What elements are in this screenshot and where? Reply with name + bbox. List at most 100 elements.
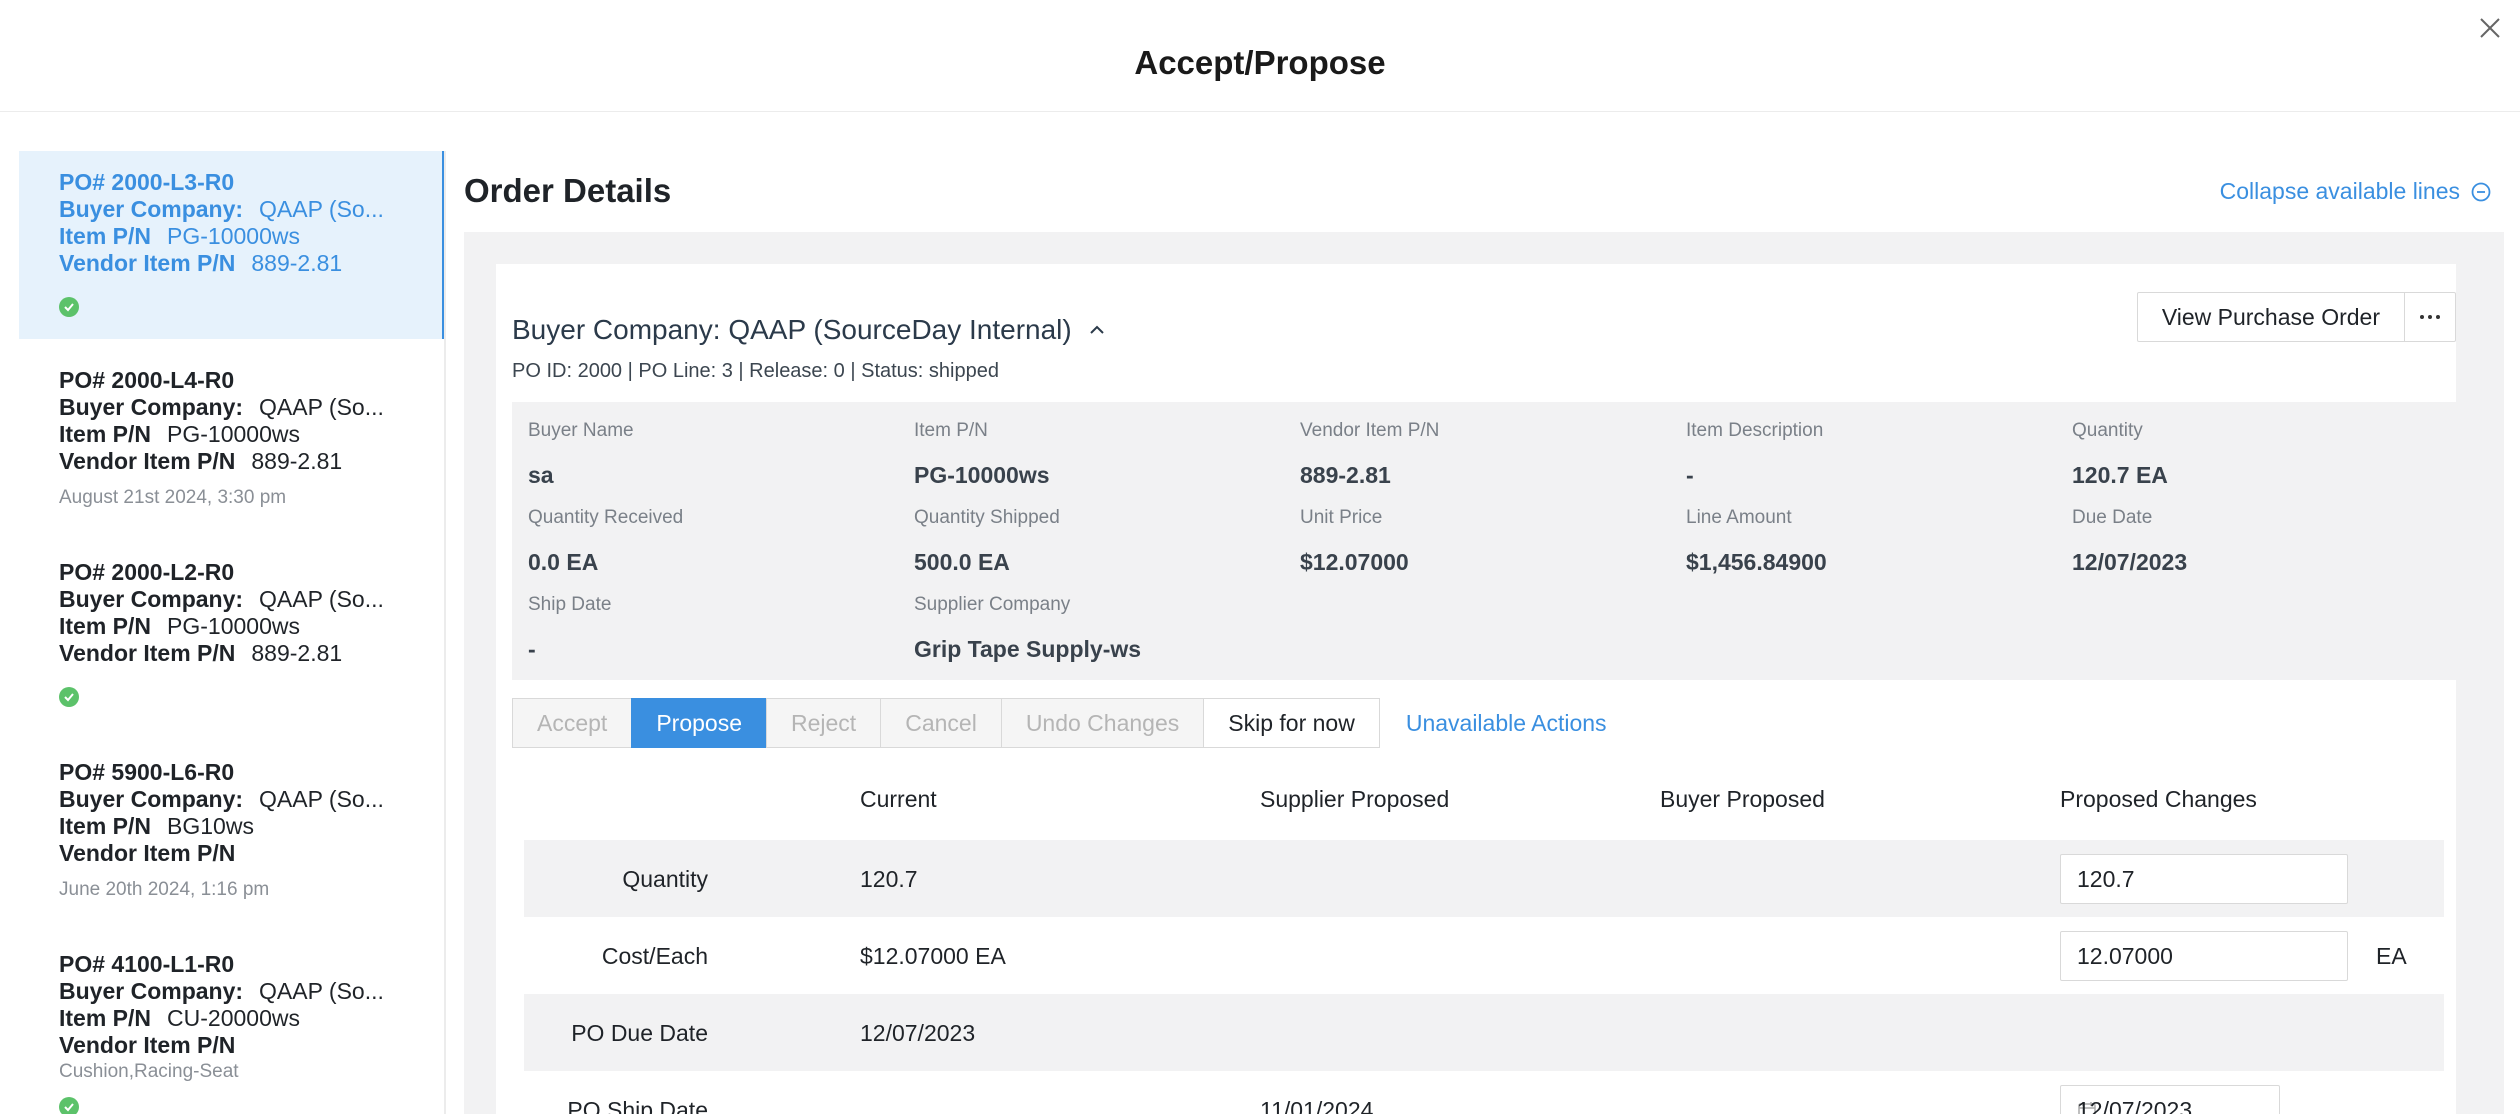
- accept-button[interactable]: Accept: [512, 698, 633, 748]
- vendor-item-pn-value: 889-2.81: [251, 250, 343, 276]
- detail-due-date: Due Date 12/07/2023: [2072, 507, 2188, 575]
- collapse-lines-label: Collapse available lines: [2219, 178, 2460, 204]
- buyer-company-value: QAAP (So...: [259, 978, 384, 1004]
- detail-line-amount: Line Amount $1,456.84900: [1686, 507, 1827, 575]
- item-pn-label: Item P/N: [59, 223, 152, 249]
- buyer-company-label: Buyer Company:: [59, 394, 244, 420]
- item-pn-value: PG-10000ws: [167, 613, 300, 639]
- unit-label: EA: [2376, 943, 2407, 969]
- skip-for-now-button[interactable]: Skip for now: [1203, 698, 1380, 748]
- detail-quantity-received: Quantity Received 0.0 EA: [528, 507, 684, 575]
- po-list-sidebar: PO# 2000-L3-R0 Buyer Company: QAAP (So...…: [19, 151, 446, 1114]
- header-buyer-proposed: Buyer Proposed: [1660, 786, 1825, 812]
- item-description: Cushion,Racing-Seat: [59, 1061, 239, 1082]
- vendor-item-pn-label: Vendor Item P/N: [59, 250, 236, 276]
- supplier-proposed-value: 11/01/2024: [1260, 1097, 1374, 1114]
- table-row: Cost/Each $12.07000 EA 12.07000 EA: [524, 917, 2444, 994]
- row-label: PO Ship Date: [567, 1097, 708, 1114]
- buyer-company-label: Buyer Company:: [59, 978, 244, 1004]
- detail-item-pn: Item P/N PG-10000ws: [914, 420, 1050, 488]
- table-row: Quantity 120.7 120.7: [524, 840, 2444, 917]
- current-value: 120.7: [860, 866, 918, 892]
- buyer-company-value: QAAP (So...: [259, 394, 384, 420]
- quantity-input[interactable]: 120.7: [2060, 854, 2348, 904]
- current-value: 12/07/2023: [860, 1020, 976, 1046]
- row-label: Quantity: [622, 866, 708, 892]
- order-details-title: Order Details: [464, 172, 672, 209]
- ship-date-value: 12/07/2023: [2077, 1096, 2193, 1114]
- table-row: PO Due Date 12/07/2023: [524, 994, 2444, 1071]
- item-pn-label: Item P/N: [59, 813, 152, 839]
- po-list-item[interactable]: PO# 2000-L4-R0 Buyer Company: QAAP (So...…: [19, 367, 444, 509]
- detail-buyer-name: Buyer Name sa: [528, 420, 634, 488]
- po-list-item[interactable]: PO# 5900-L6-R0 Buyer Company: QAAP (So...…: [19, 759, 444, 901]
- item-pn-value: BG10ws: [167, 813, 254, 839]
- po-number: PO# 4100-L1-R0: [59, 951, 235, 977]
- buyer-company-label: Buyer Company:: [59, 786, 244, 812]
- po-list-item[interactable]: PO# 4100-L1-R0 Buyer Company: QAAP (So...…: [19, 951, 444, 1114]
- header-supplier-proposed: Supplier Proposed: [1260, 786, 1450, 812]
- cancel-button[interactable]: Cancel: [880, 698, 1002, 748]
- order-details-grid: Buyer Name sa Item P/N PG-10000ws Vendor I…: [512, 402, 2456, 680]
- check-circle-icon: [59, 687, 79, 707]
- detail-supplier-company: Supplier Company Grip Tape Supply-ws: [914, 594, 1142, 662]
- unavailable-actions-link[interactable]: Unavailable Actions: [1406, 698, 1607, 748]
- po-action-group: View Purchase Order: [2136, 292, 2456, 342]
- po-list-item[interactable]: PO# 2000-L2-R0 Buyer Company: QAAP (So...…: [19, 559, 444, 707]
- propose-button[interactable]: Propose: [631, 698, 767, 748]
- buyer-company-value: QAAP (So...: [259, 196, 384, 222]
- vendor-item-pn-label: Vendor Item P/N: [59, 1032, 236, 1058]
- buyer-company-value: QAAP (So...: [259, 586, 384, 612]
- buyer-company-label: Buyer Company:: [59, 586, 244, 612]
- collapse-lines-link[interactable]: Collapse available lines: [2220, 178, 2492, 205]
- row-label: Cost/Each: [601, 943, 708, 969]
- more-options-icon[interactable]: [2405, 293, 2455, 341]
- close-icon[interactable]: [2472, 10, 2508, 46]
- po-timestamp: June 20th 2024, 1:16 pm: [59, 879, 270, 900]
- detail-ship-date: Ship Date -: [528, 594, 612, 662]
- po-number: PO# 2000-L2-R0: [59, 559, 235, 585]
- item-pn-label: Item P/N: [59, 421, 152, 447]
- buyer-company-title: Buyer Company: QAAP (SourceDay Internal): [512, 314, 1072, 345]
- view-purchase-order-button[interactable]: View Purchase Order: [2138, 293, 2405, 341]
- minus-circle-icon: [2471, 182, 2491, 201]
- po-number: PO# 2000-L3-R0: [59, 169, 235, 195]
- current-value: $12.07000 EA: [860, 943, 1006, 969]
- detail-quantity: Quantity 120.7 EA: [2072, 420, 2168, 488]
- chevron-up-icon[interactable]: [1086, 319, 1108, 341]
- check-circle-icon: [59, 1097, 79, 1114]
- vendor-item-pn-label: Vendor Item P/N: [59, 640, 236, 666]
- detail-quantity-shipped: Quantity Shipped 500.0 EA: [914, 507, 1060, 575]
- vendor-item-pn-value: 889-2.81: [251, 448, 343, 474]
- table-header: Current Supplier Proposed Buyer Proposed…: [524, 764, 2444, 840]
- order-line-card: Buyer Company: QAAP (SourceDay Internal)…: [496, 264, 2456, 1114]
- check-circle-icon: [59, 297, 79, 317]
- po-number: PO# 5900-L6-R0: [59, 759, 235, 785]
- header-proposed-changes: Proposed Changes: [2060, 786, 2257, 812]
- po-list-item[interactable]: PO# 2000-L3-R0 Buyer Company: QAAP (So...…: [19, 151, 444, 339]
- proposal-table: Current Supplier Proposed Buyer Proposed…: [524, 764, 2444, 1114]
- detail-item-description: Item Description -: [1686, 420, 1824, 488]
- ship-date-input[interactable]: 12/07/2023: [2060, 1085, 2280, 1114]
- row-label: PO Due Date: [571, 1020, 708, 1046]
- vendor-item-pn-label: Vendor Item P/N: [59, 448, 236, 474]
- po-timestamp: August 21st 2024, 3:30 pm: [59, 487, 287, 508]
- item-pn-label: Item P/N: [59, 613, 152, 639]
- buyer-company-label: Buyer Company:: [59, 196, 244, 222]
- table-row: PO Ship Date 11/01/2024 12/07/2023: [524, 1071, 2444, 1114]
- vendor-item-pn-value: 889-2.81: [251, 640, 343, 666]
- item-pn-value: PG-10000ws: [167, 223, 300, 249]
- order-panel: Buyer Company: QAAP (SourceDay Internal)…: [464, 232, 2504, 1114]
- modal-title: Accept/Propose: [1134, 44, 1386, 81]
- line-actions: Accept Propose Reject Cancel Undo Change…: [512, 698, 1607, 748]
- undo-changes-button[interactable]: Undo Changes: [1000, 698, 1205, 748]
- po-number: PO# 2000-L4-R0: [59, 367, 235, 393]
- item-pn-label: Item P/N: [59, 1005, 152, 1031]
- modal-header: Accept/Propose: [0, 0, 2520, 112]
- reject-button[interactable]: Reject: [766, 698, 882, 748]
- cost-each-input[interactable]: 12.07000: [2060, 931, 2348, 981]
- header-current: Current: [860, 786, 937, 812]
- detail-vendor-item-pn: Vendor Item P/N 889-2.81: [1300, 420, 1440, 488]
- buyer-company-heading: Buyer Company: QAAP (SourceDay Internal): [512, 314, 1108, 346]
- item-pn-value: CU-20000ws: [167, 1005, 300, 1031]
